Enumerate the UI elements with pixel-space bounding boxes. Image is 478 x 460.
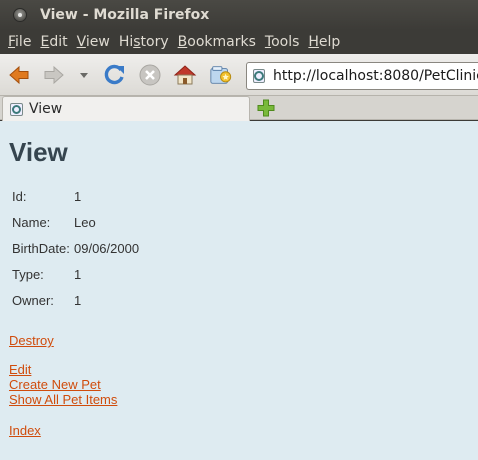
- page-title: View: [9, 137, 68, 167]
- pet-details: Id: 1 Name: Leo BirthDate: 09/06/2000 Ty…: [12, 183, 139, 313]
- field-value: 1: [74, 188, 82, 204]
- menu-history[interactable]: History: [111, 34, 169, 50]
- url-text: http://localhost:8080/PetClinic/faces/pe…: [273, 68, 478, 84]
- navigation-toolbar: http://localhost:8080/PetClinic/faces/pe…: [0, 54, 478, 96]
- window-titlebar: View - Mozilla Firefox: [0, 0, 478, 30]
- menu-view[interactable]: View: [69, 34, 110, 50]
- detail-row-id: Id: 1: [12, 183, 139, 209]
- site-favicon-icon: [253, 69, 265, 83]
- url-bar[interactable]: http://localhost:8080/PetClinic/faces/pe…: [246, 62, 478, 90]
- tab-favicon-icon: [10, 102, 23, 116]
- field-label: Type:: [12, 266, 44, 282]
- detail-row-birthdate: BirthDate: 09/06/2000: [12, 235, 139, 261]
- stop-icon: [139, 64, 161, 86]
- close-window-button[interactable]: [13, 8, 27, 22]
- create-new-pet-link[interactable]: Create New Pet: [9, 377, 101, 392]
- menu-bar: File Edit View History Bookmarks Tools H…: [0, 30, 478, 54]
- detail-row-name: Name: Leo: [12, 209, 139, 235]
- tab-view[interactable]: View: [2, 96, 250, 121]
- tab-strip: View: [0, 96, 478, 121]
- index-link[interactable]: Index: [9, 423, 41, 438]
- menu-edit[interactable]: Edit: [32, 34, 67, 50]
- home-button[interactable]: [173, 63, 197, 87]
- window-title: View - Mozilla Firefox: [40, 7, 210, 23]
- back-button[interactable]: [7, 63, 31, 87]
- bookmark-button[interactable]: [209, 63, 233, 87]
- field-value: 09/06/2000: [74, 240, 140, 256]
- new-tab-button[interactable]: [257, 99, 275, 117]
- dropdown-icon: [80, 73, 88, 78]
- menu-help[interactable]: Help: [300, 34, 340, 50]
- tab-label: View: [29, 101, 63, 117]
- field-label: Name:: [12, 214, 51, 230]
- home-icon: [173, 65, 197, 85]
- field-label: Id:: [12, 188, 27, 204]
- forward-icon: [44, 65, 64, 85]
- page-content: View Id: 1 Name: Leo BirthDate: 09/06/20…: [0, 121, 478, 460]
- menu-file[interactable]: File: [0, 34, 31, 50]
- field-label: BirthDate:: [12, 240, 70, 256]
- menu-tools[interactable]: Tools: [257, 34, 300, 50]
- stop-button[interactable]: [138, 63, 162, 87]
- reload-button[interactable]: [103, 63, 127, 87]
- edit-link[interactable]: Edit: [9, 362, 31, 377]
- destroy-link[interactable]: Destroy: [9, 333, 54, 348]
- field-label: Owner:: [12, 292, 54, 308]
- menu-bookmarks[interactable]: Bookmarks: [170, 34, 256, 50]
- bookmark-icon: [210, 66, 232, 84]
- field-value: 1: [74, 292, 82, 308]
- detail-row-type: Type: 1: [12, 261, 139, 287]
- forward-button[interactable]: [42, 63, 66, 87]
- reload-icon: [104, 64, 124, 85]
- plus-icon: [257, 99, 275, 117]
- back-icon: [9, 65, 29, 85]
- field-value: 1: [74, 266, 82, 282]
- history-dropdown-button[interactable]: [76, 63, 92, 87]
- field-value: Leo: [74, 214, 96, 230]
- show-all-pet-items-link[interactable]: Show All Pet Items: [9, 392, 117, 407]
- detail-row-owner: Owner: 1: [12, 287, 139, 313]
